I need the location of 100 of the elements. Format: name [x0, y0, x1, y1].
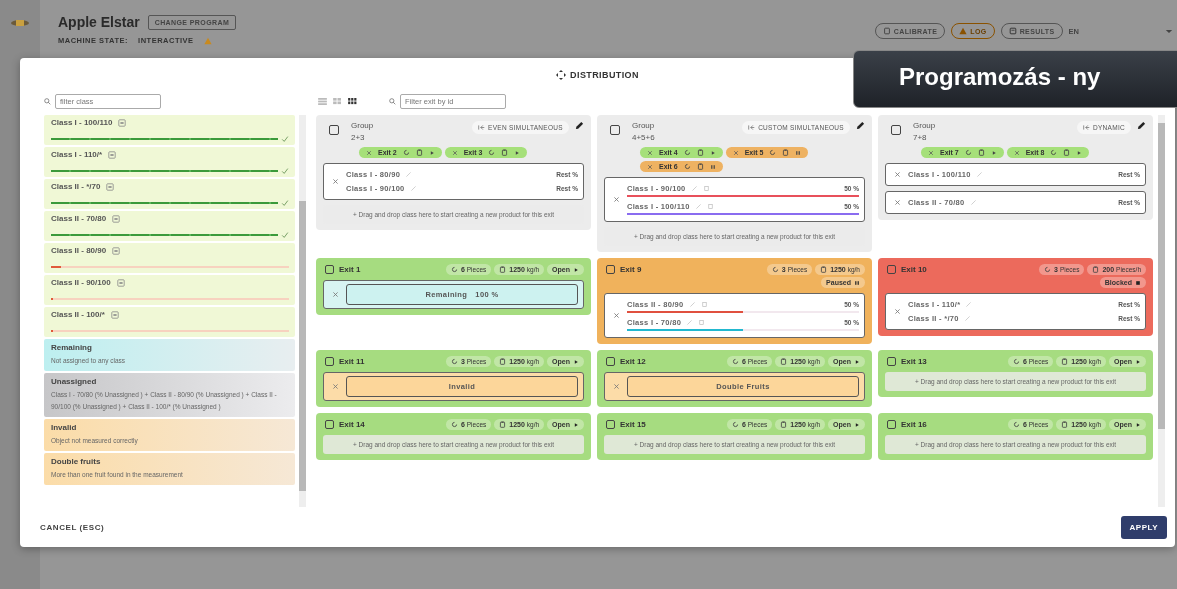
split-arrow-icon — [748, 124, 756, 131]
clipboard-icon[interactable] — [700, 301, 708, 308]
close-icon[interactable] — [613, 312, 620, 319]
pause-icon — [854, 279, 860, 286]
cycle-icon — [731, 358, 739, 365]
close-icon[interactable] — [451, 149, 458, 156]
clipboard-icon — [977, 149, 985, 156]
clipboard-icon[interactable] — [706, 203, 714, 210]
close-icon[interactable] — [647, 149, 653, 156]
group-exit-ids: 7+8 — [913, 133, 928, 142]
class-item[interactable]: Class II - 80/90 — [44, 243, 295, 273]
play-icon — [1135, 421, 1141, 428]
class-item[interactable]: Class II - */70 — [44, 179, 295, 209]
checkbox[interactable] — [325, 265, 334, 274]
checkbox[interactable] — [887, 265, 896, 274]
pause-icon — [709, 163, 716, 170]
scrollbar[interactable] — [1158, 115, 1165, 507]
warning-icon — [203, 36, 212, 45]
tag-icon — [110, 310, 119, 319]
grid-view-icon[interactable] — [333, 97, 342, 105]
clipboard-icon — [696, 163, 704, 170]
exit-title: Exit 12 — [620, 357, 647, 366]
pencil-icon[interactable] — [856, 121, 865, 130]
check-icon — [281, 231, 289, 239]
clipboard-icon — [780, 358, 788, 365]
close-icon[interactable] — [894, 308, 901, 315]
clipboard-icon — [696, 149, 704, 156]
checkbox[interactable] — [887, 420, 896, 429]
exit-title: Exit 16 — [901, 420, 928, 429]
special-class-title: Invalid — [51, 423, 78, 432]
checkbox[interactable] — [606, 265, 615, 274]
checkbox[interactable] — [891, 125, 901, 135]
exit-title: Exit 13 — [901, 357, 928, 366]
close-icon[interactable] — [332, 383, 339, 390]
apply-button[interactable]: APPLY — [1120, 515, 1167, 539]
list-view-icon[interactable] — [318, 97, 327, 105]
clipboard-icon[interactable] — [702, 185, 710, 192]
checkbox[interactable] — [329, 125, 339, 135]
close-icon[interactable] — [894, 199, 901, 206]
clipboard-icon — [1061, 421, 1069, 428]
exit-title: Exit 9 — [620, 265, 643, 274]
checkbox[interactable] — [610, 125, 620, 135]
close-icon[interactable] — [1013, 149, 1020, 156]
dense-view-icon[interactable] — [348, 97, 357, 105]
cancel-button[interactable]: CANCEL (ESC) — [34, 521, 111, 533]
clipboard-icon — [1063, 149, 1071, 156]
class-item[interactable]: Class I - 110/* — [44, 147, 295, 177]
play-icon — [1076, 149, 1083, 156]
class-item[interactable]: Class II - 70/80 — [44, 211, 295, 241]
caption-banner: Programozás - ny — [853, 50, 1177, 108]
tag-icon — [116, 278, 125, 287]
class-name: Class I - 110/* — [51, 150, 103, 159]
class-item[interactable]: Class II - 100/* — [44, 307, 295, 337]
split-arrow-icon — [478, 124, 486, 131]
exit-title: Exit 1 — [339, 265, 362, 274]
class-item[interactable]: Class II - 90/100 — [44, 275, 295, 305]
close-icon[interactable] — [647, 163, 653, 170]
close-icon[interactable] — [366, 149, 372, 156]
group-title: Group — [351, 121, 375, 130]
scrollbar[interactable] — [299, 115, 306, 507]
checkbox[interactable] — [606, 420, 615, 429]
class-item[interactable]: Class I - 100/110 — [44, 115, 295, 145]
checkbox[interactable] — [325, 357, 334, 366]
caret-icon[interactable] — [1165, 28, 1173, 34]
checkbox[interactable] — [325, 420, 334, 429]
close-icon[interactable] — [732, 149, 739, 156]
tag-icon — [118, 118, 127, 127]
cycle-icon — [1012, 421, 1020, 428]
clipboard-icon[interactable] — [698, 319, 706, 326]
checkbox[interactable] — [887, 357, 896, 366]
class-name: Class II - 90/100 — [51, 278, 111, 287]
exit-title: Exit 10 — [901, 265, 928, 274]
search-icon — [44, 97, 51, 105]
close-icon[interactable] — [332, 178, 339, 185]
close-icon[interactable] — [613, 196, 620, 203]
cycle-icon — [450, 358, 458, 365]
pencil-icon[interactable] — [575, 121, 584, 130]
document-icon — [1008, 27, 1017, 35]
group-exit-ids: 4+5+6 — [632, 133, 656, 142]
close-icon[interactable] — [613, 383, 620, 390]
close-icon[interactable] — [928, 149, 934, 156]
split-arrow-icon — [1082, 124, 1090, 131]
special-class-title: Unassigned — [51, 377, 98, 386]
warning-icon — [959, 27, 968, 35]
clipboard-icon — [820, 266, 828, 273]
checkbox[interactable] — [606, 357, 615, 366]
exit-title: Exit 11 — [339, 357, 366, 366]
cycle-icon — [1012, 358, 1020, 365]
check-icon — [281, 199, 289, 207]
pencil-icon[interactable] — [1137, 121, 1146, 130]
play-icon — [990, 149, 997, 156]
close-icon[interactable] — [332, 291, 339, 298]
program-title: Apple Elstar — [58, 14, 140, 30]
close-icon[interactable] — [894, 171, 901, 178]
search-icon — [389, 97, 396, 105]
check-icon — [281, 167, 289, 175]
clipboard-icon — [780, 421, 788, 428]
exit-title: Exit 15 — [620, 420, 647, 429]
clipboard-icon — [499, 421, 507, 428]
cycle-icon — [402, 149, 410, 156]
